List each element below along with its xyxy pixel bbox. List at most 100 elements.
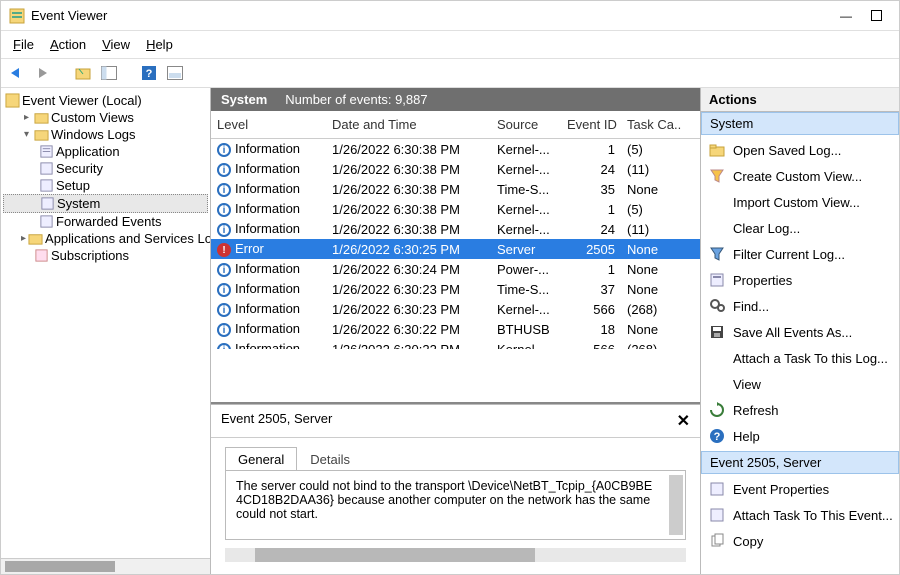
action-item[interactable]: Event Properties bbox=[701, 476, 899, 502]
info-icon: i bbox=[217, 223, 231, 237]
action-item[interactable]: ?Help bbox=[701, 423, 899, 449]
action-icon: ? bbox=[709, 428, 725, 444]
table-row[interactable]: iInformation1/26/2022 6:30:24 PMPower-..… bbox=[211, 259, 700, 279]
detail-title: Event 2505, Server bbox=[221, 411, 332, 431]
tree-hscrollbar[interactable] bbox=[1, 558, 210, 574]
col-source[interactable]: Source bbox=[491, 117, 561, 132]
panes-button[interactable] bbox=[99, 63, 119, 83]
tab-details[interactable]: Details bbox=[297, 447, 363, 471]
action-icon bbox=[709, 533, 725, 549]
action-item[interactable]: Find... bbox=[701, 293, 899, 319]
action-icon bbox=[709, 194, 725, 210]
info-icon: i bbox=[217, 283, 231, 297]
forward-button[interactable] bbox=[33, 63, 53, 83]
collapse-icon[interactable]: ▾ bbox=[21, 129, 32, 140]
menu-view[interactable]: View bbox=[96, 35, 136, 54]
detail-tabs: General Details bbox=[211, 438, 700, 470]
folder-button[interactable] bbox=[73, 63, 93, 83]
action-icon bbox=[709, 324, 725, 340]
error-icon: ! bbox=[217, 243, 231, 257]
window-title: Event Viewer bbox=[31, 8, 107, 23]
info-icon: i bbox=[217, 263, 231, 277]
table-row[interactable]: iInformation1/26/2022 6:30:38 PMKernel-.… bbox=[211, 159, 700, 179]
svg-text:?: ? bbox=[146, 68, 153, 80]
col-eventid[interactable]: Event ID bbox=[561, 117, 621, 132]
tree-forwarded[interactable]: Forwarded Events bbox=[3, 213, 208, 230]
info-icon: i bbox=[217, 143, 231, 157]
action-item[interactable]: Properties bbox=[701, 267, 899, 293]
tab-general[interactable]: General bbox=[225, 447, 297, 471]
info-icon: i bbox=[217, 343, 231, 349]
actions-pane: Actions System Open Saved Log...Create C… bbox=[701, 88, 899, 574]
detail-hscrollbar[interactable] bbox=[225, 548, 686, 562]
table-row[interactable]: iInformation1/26/2022 6:30:38 PMKernel-.… bbox=[211, 219, 700, 239]
tree-system[interactable]: System bbox=[3, 194, 208, 213]
action-item[interactable]: Save All Events As... bbox=[701, 319, 899, 345]
info-icon: i bbox=[217, 323, 231, 337]
action-item[interactable]: Filter Current Log... bbox=[701, 241, 899, 267]
table-row[interactable]: !Error1/26/2022 6:30:25 PMServer2505None bbox=[211, 239, 700, 259]
main-panes: Event Viewer (Local) ▸ Custom Views ▾ Wi… bbox=[1, 88, 899, 574]
table-row[interactable]: iInformation1/26/2022 6:30:38 PMTime-S..… bbox=[211, 179, 700, 199]
menu-file[interactable]: File bbox=[7, 35, 40, 54]
tree-application[interactable]: Application bbox=[3, 143, 208, 160]
minimize-button[interactable]: — bbox=[831, 5, 861, 27]
table-row[interactable]: iInformation1/26/2022 6:30:23 PMKernel-.… bbox=[211, 299, 700, 319]
action-item[interactable]: Attach a Task To this Log... bbox=[701, 345, 899, 371]
table-row[interactable]: iInformation1/26/2022 6:30:22 PMKernel-.… bbox=[211, 339, 700, 349]
table-row[interactable]: iInformation1/26/2022 6:30:23 PMTime-S..… bbox=[211, 279, 700, 299]
actions-title: Actions bbox=[701, 88, 899, 112]
info-icon: i bbox=[217, 303, 231, 317]
tree-root[interactable]: Event Viewer (Local) bbox=[3, 92, 208, 109]
table-row[interactable]: iInformation1/26/2022 6:30:22 PMBTHUSB18… bbox=[211, 319, 700, 339]
tree-setup[interactable]: Setup bbox=[3, 177, 208, 194]
help-icon[interactable]: ? bbox=[139, 63, 159, 83]
col-level[interactable]: Level bbox=[211, 117, 326, 132]
info-icon: i bbox=[217, 163, 231, 177]
action-icon bbox=[709, 350, 725, 366]
tree-windows-logs[interactable]: ▾ Windows Logs bbox=[3, 126, 208, 143]
tree-app-services[interactable]: ▸ Applications and Services Logs bbox=[3, 230, 208, 247]
tree-custom-views[interactable]: ▸ Custom Views bbox=[3, 109, 208, 126]
actions-section-event: Event 2505, Server bbox=[701, 451, 899, 474]
col-taskcat[interactable]: Task Ca... bbox=[621, 117, 681, 132]
detail-title-bar: Event 2505, Server ✕ bbox=[211, 405, 700, 438]
back-button[interactable] bbox=[7, 63, 27, 83]
action-item[interactable]: Create Custom View... bbox=[701, 163, 899, 189]
table-row[interactable]: iInformation1/26/2022 6:30:38 PMKernel-.… bbox=[211, 199, 700, 219]
action-icon bbox=[709, 142, 725, 158]
tree-security[interactable]: Security bbox=[3, 160, 208, 177]
action-item[interactable]: Refresh bbox=[701, 397, 899, 423]
action-item[interactable]: Attach Task To This Event... bbox=[701, 502, 899, 528]
actions-section-system: System bbox=[701, 112, 899, 135]
tree[interactable]: Event Viewer (Local) ▸ Custom Views ▾ Wi… bbox=[1, 88, 210, 558]
menu-help[interactable]: Help bbox=[140, 35, 179, 54]
action-icon bbox=[709, 376, 725, 392]
preview-button[interactable] bbox=[165, 63, 185, 83]
toolbar: ? bbox=[1, 59, 899, 88]
action-item[interactable]: Clear Log... bbox=[701, 215, 899, 241]
info-icon: i bbox=[217, 183, 231, 197]
action-icon bbox=[709, 168, 725, 184]
close-icon[interactable]: ✕ bbox=[677, 411, 690, 431]
action-item[interactable]: Copy bbox=[701, 528, 899, 554]
action-icon bbox=[709, 272, 725, 288]
expand-icon[interactable]: ▸ bbox=[21, 233, 26, 244]
action-item[interactable]: Open Saved Log... bbox=[701, 137, 899, 163]
menu-action[interactable]: Action bbox=[44, 35, 92, 54]
action-item[interactable]: Import Custom View... bbox=[701, 189, 899, 215]
maximize-button[interactable] bbox=[861, 5, 891, 27]
expand-icon[interactable]: ▸ bbox=[21, 112, 32, 123]
grid-body[interactable]: iInformation1/26/2022 6:30:38 PMKernel-.… bbox=[211, 139, 700, 349]
tree-subscriptions[interactable]: Subscriptions bbox=[3, 247, 208, 264]
detail-vscrollbar[interactable] bbox=[669, 475, 683, 535]
detail-pane: Event 2505, Server ✕ General Details The… bbox=[211, 404, 700, 574]
action-icon bbox=[709, 298, 725, 314]
action-item[interactable]: View bbox=[701, 371, 899, 397]
col-datetime[interactable]: Date and Time bbox=[326, 117, 491, 132]
action-icon bbox=[709, 220, 725, 236]
svg-text:?: ? bbox=[714, 431, 721, 443]
table-row[interactable]: iInformation1/26/2022 6:30:38 PMKernel-.… bbox=[211, 139, 700, 159]
menu-bar: File Action View Help bbox=[1, 31, 899, 59]
grid-columns[interactable]: Level Date and Time Source Event ID Task… bbox=[211, 111, 700, 139]
